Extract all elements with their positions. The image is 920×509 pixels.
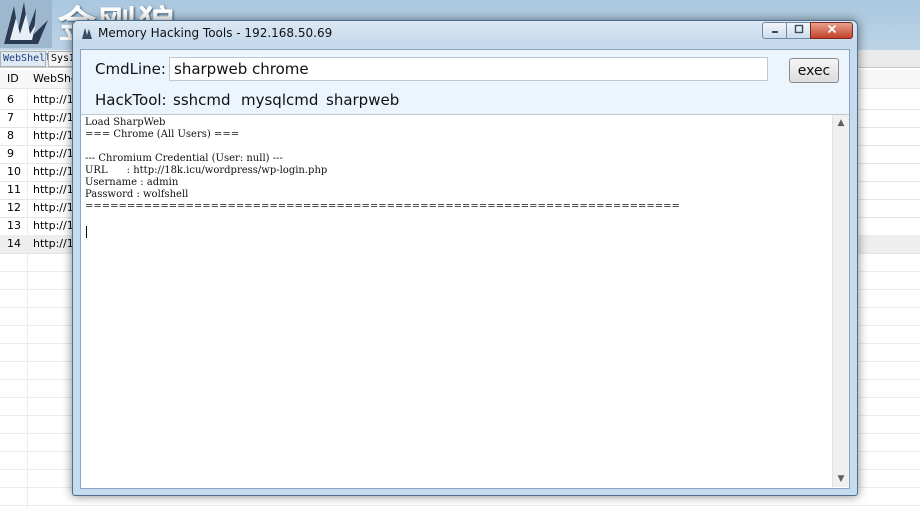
maximize-icon [794, 24, 803, 34]
row-id: 12 [7, 201, 21, 214]
output-textarea[interactable]: Load SharpWeb === Chrome (All Users) ===… [81, 114, 849, 488]
app-icon [82, 28, 92, 39]
column-header-id[interactable]: ID [7, 70, 19, 88]
row-url: http://19 [33, 237, 73, 250]
row-id: 10 [7, 165, 21, 178]
output-vertical-scrollbar[interactable]: ▲ ▼ [832, 115, 849, 487]
hacktool-sharpweb[interactable]: sharpweb [326, 91, 399, 109]
row-url: http://19 [33, 111, 73, 124]
row-url: http://19 [33, 147, 73, 160]
row-id: 11 [7, 183, 21, 196]
scroll-down-arrow-icon[interactable]: ▼ [833, 471, 849, 487]
close-button[interactable] [810, 22, 853, 39]
row-url: http://19 [33, 165, 73, 178]
exec-button[interactable]: exec [789, 58, 839, 83]
hacktool-sshcmd[interactable]: sshcmd [173, 91, 231, 109]
row-url: http://19 [33, 93, 73, 106]
cmdline-input[interactable] [169, 57, 768, 81]
wolverine-logo-icon [0, 0, 52, 48]
column-header-webshell[interactable]: WebShe [33, 70, 73, 88]
row-id: 6 [7, 93, 14, 106]
row-id: 14 [7, 237, 21, 250]
row-id: 7 [7, 111, 14, 124]
row-url: http://19 [33, 183, 73, 196]
row-url: http://19 [33, 201, 73, 214]
hacktool-mysqlcmd[interactable]: mysqlcmd [241, 91, 318, 109]
row-id: 13 [7, 219, 21, 232]
text-caret [86, 226, 87, 238]
row-id: 9 [7, 147, 14, 160]
hacktool-label: HackTool: [95, 91, 167, 109]
minimize-button[interactable] [762, 22, 787, 39]
minimize-icon [771, 31, 778, 33]
row-url: http://19 [33, 129, 73, 142]
output-text: Load SharpWeb === Chrome (All Users) ===… [85, 117, 680, 212]
scroll-up-arrow-icon[interactable]: ▲ [833, 115, 849, 131]
window-title: Memory Hacking Tools - 192.168.50.69 [98, 26, 333, 40]
window-client-area: CmdLine: exec HackTool: sshcmd mysqlcmd … [80, 49, 850, 489]
window-titlebar[interactable]: Memory Hacking Tools - 192.168.50.69 [73, 21, 857, 47]
memory-hacking-tools-window: Memory Hacking Tools - 192.168.50.69 Cmd… [72, 20, 858, 496]
close-icon [827, 24, 836, 34]
maximize-button[interactable] [786, 22, 811, 39]
row-url: http://19 [33, 219, 73, 232]
tab-webshell[interactable]: WebShell [0, 51, 51, 67]
cmdline-label: CmdLine: [95, 60, 166, 78]
row-id: 8 [7, 129, 14, 142]
scrollbar-track[interactable] [833, 131, 849, 471]
